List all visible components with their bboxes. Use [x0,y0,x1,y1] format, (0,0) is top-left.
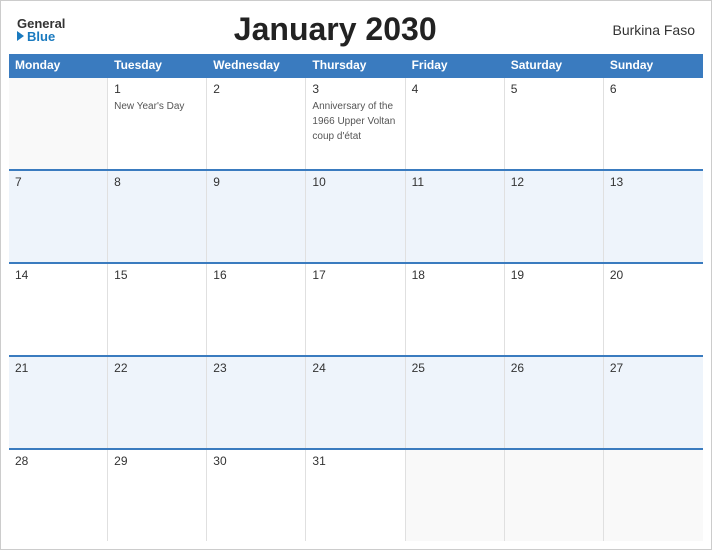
day-header-saturday: Saturday [505,54,604,76]
week-row-2: 789 10 11 12 13 [9,169,703,262]
country-label: Burkina Faso [605,22,695,38]
day-cell [406,450,505,541]
day-number: 23 [213,361,299,375]
day-cell: 29 [108,450,207,541]
day-cell: 2 [207,78,306,169]
day-cell: 24 [306,357,405,448]
day-cell [505,450,604,541]
day-number: 3 [312,82,398,96]
day-cell: 20 [604,264,703,355]
day-cell: 15 [108,264,207,355]
day-number: 1 [114,82,200,96]
day-number: 30 [213,454,299,468]
logo-general-text: General [17,17,65,30]
day-number: 17 [312,268,398,282]
day-cell: 16 [207,264,306,355]
day-cell: 3 Anniversary of the 1966 Upper Voltan co… [306,78,405,169]
day-cell: 9 [207,171,306,262]
logo-blue-text: Blue [17,30,55,43]
day-number: 27 [610,361,697,375]
day-number: 28 [15,454,101,468]
day-number: 22 [114,361,200,375]
day-number: 25 [412,361,498,375]
day-header-tuesday: Tuesday [108,54,207,76]
day-cell: 27 [604,357,703,448]
day-cell [604,450,703,541]
day-number: 15 [114,268,200,282]
day-number: 21 [15,361,101,375]
calendar-container: General Blue January 2030 Burkina Faso M… [0,0,712,550]
day-number: 16 [213,268,299,282]
day-cell: 31 [306,450,405,541]
week-row-1: 1 New Year's Day 23 Anniversary of the 1966… [9,76,703,169]
calendar-title: January 2030 [65,11,605,48]
day-cell: 11 [406,171,505,262]
day-cell: 12 [505,171,604,262]
day-cell: 23 [207,357,306,448]
day-number: 19 [511,268,597,282]
week-row-4: 21 22 23 24 25 26 27 [9,355,703,448]
day-header-sunday: Sunday [604,54,703,76]
day-cell: 18 [406,264,505,355]
day-cell [9,78,108,169]
week-row-3: 14 15 16 17 18 19 20 [9,262,703,355]
day-number: 6 [610,82,697,96]
event-label: New Year's Day [114,101,184,112]
day-number: 5 [511,82,597,96]
day-number: 18 [412,268,498,282]
day-number: 11 [412,175,498,189]
day-headers-row: MondayTuesdayWednesdayThursdayFridaySatu… [9,54,703,76]
day-cell: 25 [406,357,505,448]
day-header-monday: Monday [9,54,108,76]
day-header-wednesday: Wednesday [207,54,306,76]
day-number: 12 [511,175,597,189]
logo-triangle-icon [17,31,24,41]
day-cell: 26 [505,357,604,448]
day-cell: 8 [108,171,207,262]
day-cell: 4 [406,78,505,169]
day-cell: 13 [604,171,703,262]
day-cell: 22 [108,357,207,448]
day-cell: 6 [604,78,703,169]
day-cell: 7 [9,171,108,262]
day-cell: 17 [306,264,405,355]
day-number: 20 [610,268,697,282]
week-row-5: 28 29 30 31 [9,448,703,541]
day-number: 8 [114,175,200,189]
day-header-friday: Friday [406,54,505,76]
day-cell: 28 [9,450,108,541]
day-cell: 10 [306,171,405,262]
calendar-grid: MondayTuesdayWednesdayThursdayFridaySatu… [1,54,711,549]
day-cell: 19 [505,264,604,355]
day-cell: 14 [9,264,108,355]
day-cell: 21 [9,357,108,448]
day-number: 24 [312,361,398,375]
day-header-thursday: Thursday [306,54,405,76]
day-number: 26 [511,361,597,375]
day-number: 29 [114,454,200,468]
day-number: 31 [312,454,398,468]
calendar-header: General Blue January 2030 Burkina Faso [1,1,711,54]
logo: General Blue [17,17,65,43]
day-number: 9 [213,175,299,189]
day-number: 7 [15,175,101,189]
weeks-container: 1 New Year's Day 23 Anniversary of the 1966… [9,76,703,541]
day-number: 14 [15,268,101,282]
day-number: 13 [610,175,697,189]
day-cell: 1 New Year's Day [108,78,207,169]
day-cell: 5 [505,78,604,169]
day-cell: 30 [207,450,306,541]
day-number: 2 [213,82,299,96]
event-label: Anniversary of the 1966 Upper Voltan cou… [312,101,395,142]
day-number: 4 [412,82,498,96]
day-number: 10 [312,175,398,189]
